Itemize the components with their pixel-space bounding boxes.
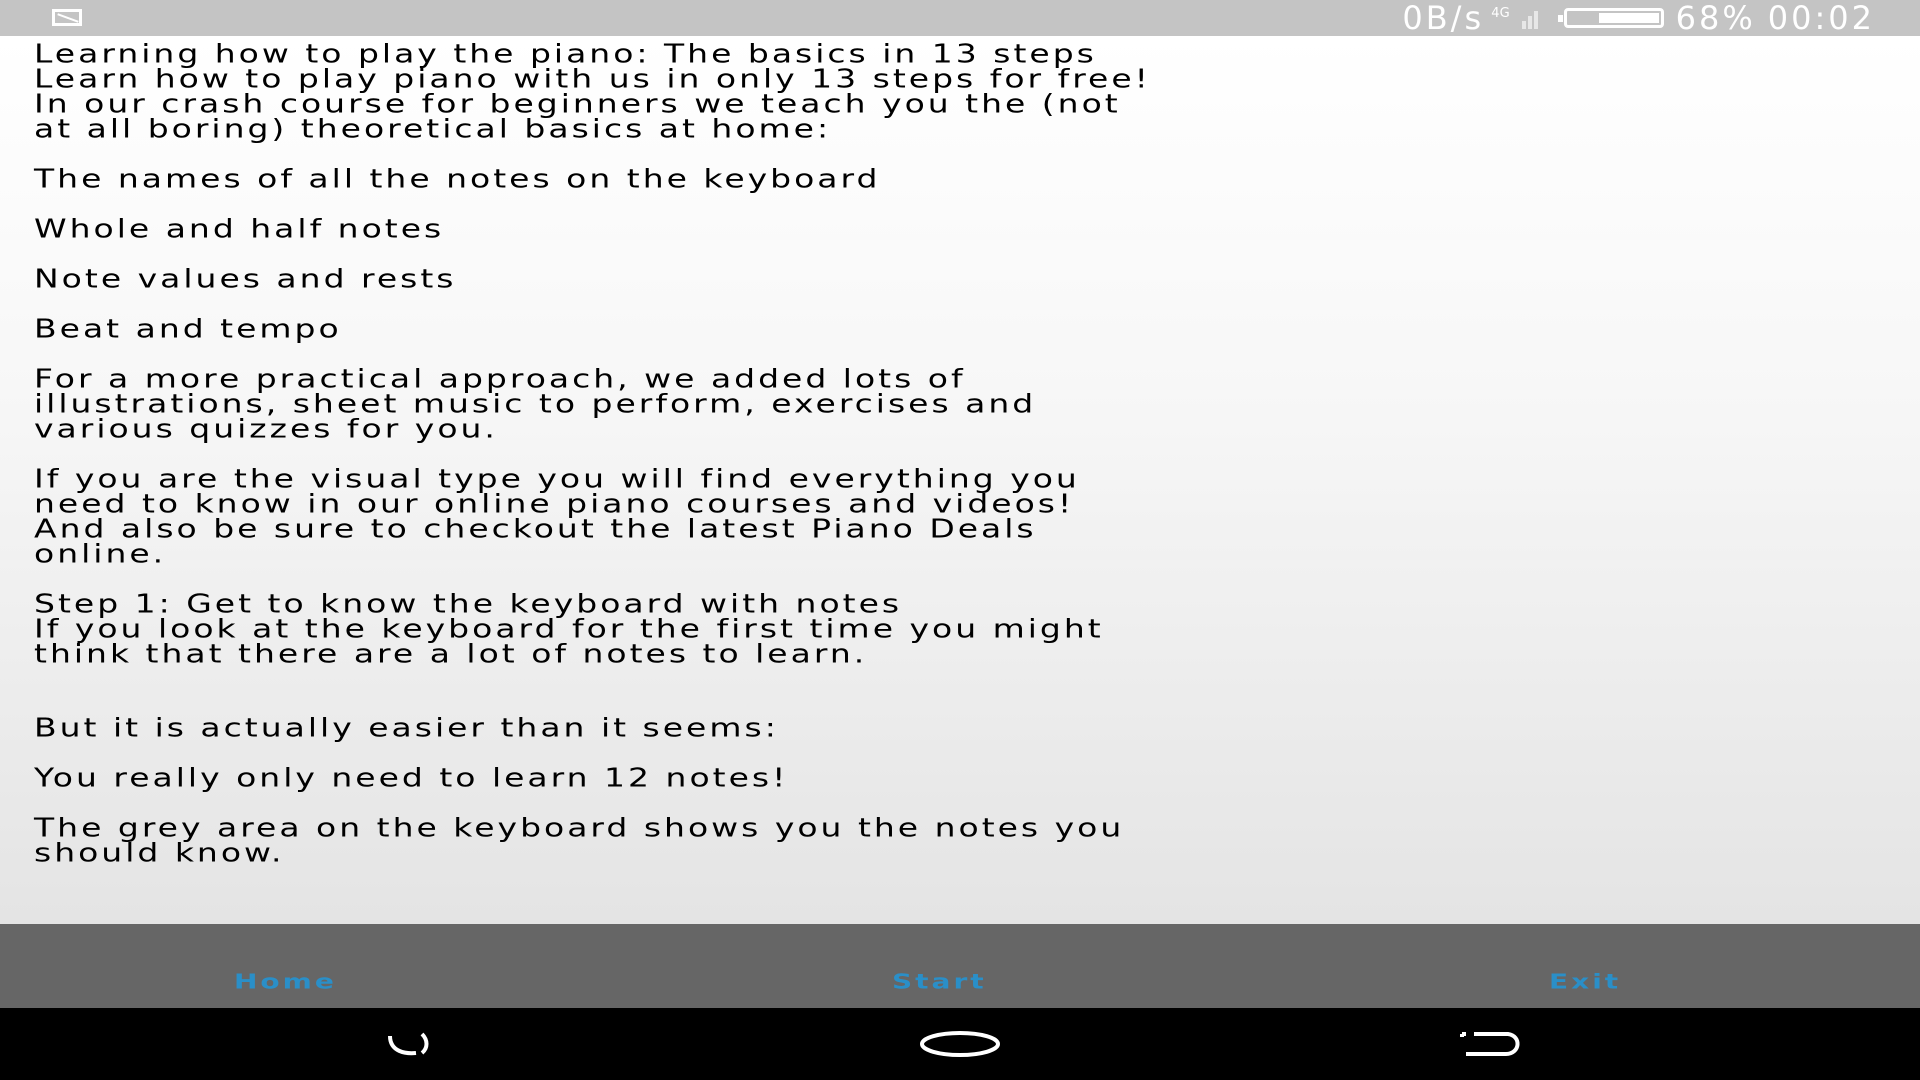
article-line: various quizzes for you. <box>34 413 498 444</box>
network-type: 4G <box>1491 6 1510 21</box>
battery-percent: 68% <box>1675 0 1756 37</box>
screenshot-icon <box>52 9 82 26</box>
article-scroll-area[interactable]: Learning how to play the piano: The basi… <box>0 36 1920 924</box>
practical-block: For a more practical approach, we added … <box>34 363 1894 444</box>
start-button[interactable]: Start <box>892 970 987 994</box>
article-line: You really only need to learn 12 notes! <box>34 762 789 793</box>
home-button[interactable]: Home <box>234 970 337 994</box>
step1-block: Step 1: Get to know the keyboard with no… <box>34 588 1894 669</box>
article-line: The grey area on the keyboard shows you … <box>34 812 1125 843</box>
back-icon[interactable] <box>1456 1030 1528 1058</box>
status-bar: 0B/s 4G 68% 00:02 <box>0 0 1920 37</box>
visual-block: If you are the visual type you will find… <box>34 463 1894 569</box>
article-list-item: Whole and half notes <box>34 213 445 244</box>
article-list-item: Note values and rests <box>34 263 457 294</box>
article-line: In our crash course for beginners we tea… <box>34 88 1121 119</box>
system-nav-bar <box>0 1008 1920 1080</box>
article-list-item: The names of all the notes on the keyboa… <box>34 163 881 194</box>
grey-area-block: The grey area on the keyboard shows you … <box>34 812 1894 868</box>
article-line: For a more practical approach, we added … <box>34 363 966 394</box>
article-line: Learn how to play piano with us in only … <box>34 63 1151 94</box>
bottom-nav-bar: Home Start Exit <box>0 924 1920 1008</box>
home-circle-icon[interactable] <box>918 1030 1002 1058</box>
battery-icon <box>1557 8 1664 28</box>
article-line: need to know in our online piano courses… <box>34 488 1075 519</box>
article-line: at all boring) theoretical basics at hom… <box>34 113 832 144</box>
clock: 00:02 <box>1767 0 1875 37</box>
intro-block: Learning how to play the piano: The basi… <box>34 38 1894 144</box>
network-speed: 0B/s 4G <box>1402 0 1509 37</box>
article-list-item: Beat and tempo <box>34 313 342 344</box>
article-line: But it is actually easier than it seems: <box>34 712 779 743</box>
signal-icon <box>1521 7 1544 29</box>
article-line: online. <box>34 538 167 569</box>
article-line: should know. <box>34 837 285 868</box>
article-line: think that there are a lot of notes to l… <box>34 638 868 669</box>
exit-button[interactable]: Exit <box>1549 970 1621 994</box>
article-text: Learning how to play the piano: The basi… <box>34 38 1894 868</box>
app-screen: 0B/s 4G 68% 00:02 Learning how to play t… <box>0 0 1920 1080</box>
article-line: And also be sure to checkout the latest … <box>34 513 1037 544</box>
network-speed-value: 0B/s <box>1402 0 1485 37</box>
step-heading: Step 1: Get to know the keyboard with no… <box>34 588 903 619</box>
battery-level <box>1598 13 1659 23</box>
article-line: If you look at the keyboard for the firs… <box>34 613 1104 644</box>
recent-apps-icon[interactable] <box>386 1030 432 1058</box>
article-title: Learning how to play the piano: The basi… <box>34 38 1097 69</box>
status-indicators: 0B/s 4G 68% 00:02 <box>1402 0 1875 37</box>
article-line: illustrations, sheet music to perform, e… <box>34 388 1037 419</box>
article-line: If you are the visual type you will find… <box>34 463 1080 494</box>
